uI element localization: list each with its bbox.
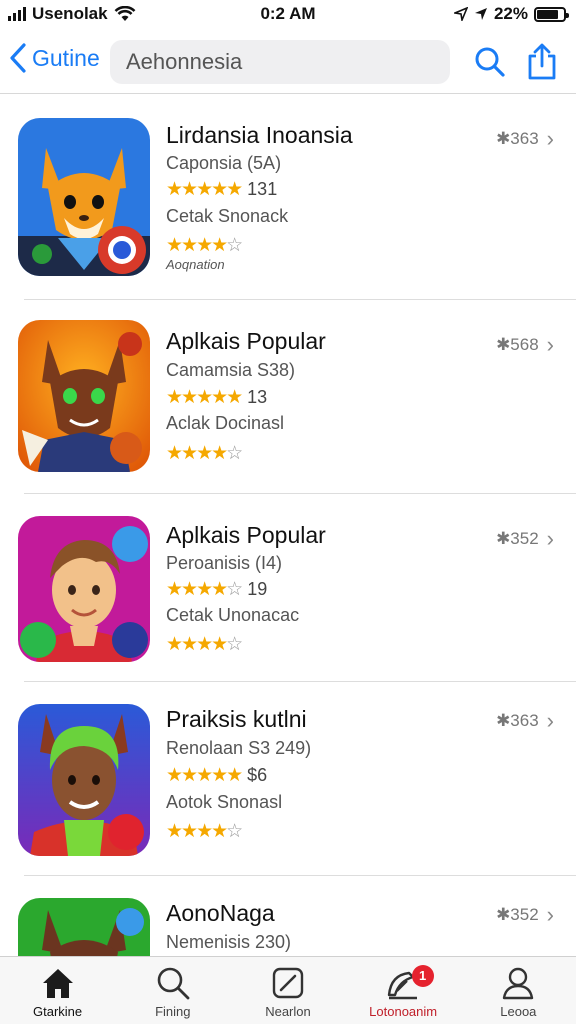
location-icon <box>474 8 487 20</box>
price-label: ✱363 <box>496 711 539 730</box>
list-item[interactable]: Praiksis kutlni Renolaan S3 249) ★★★★★ $… <box>0 682 576 876</box>
price-label: ✱568 <box>496 335 539 354</box>
tab-label: Leooa <box>500 1004 537 1019</box>
search-field-value: Aehonnesia <box>126 49 243 74</box>
wolf-character-icon[interactable] <box>18 898 150 956</box>
app-price[interactable]: ✱352 › <box>496 902 554 928</box>
star-filled: ★★★★ <box>166 579 228 600</box>
price-label: ✱352 <box>496 529 539 548</box>
battery-icon <box>534 6 569 22</box>
rating-stars: ★★★★★ 13 <box>166 386 267 409</box>
rating-stars: ★★★★★ $6 <box>166 764 267 787</box>
app-title[interactable]: Praiksis kutlni <box>166 706 307 733</box>
search-icon <box>157 967 190 1000</box>
man-character-icon[interactable] <box>18 704 150 856</box>
rating-stars: ★★★★★ 131 <box>166 178 277 201</box>
price-label: ✱352 <box>496 905 539 924</box>
back-button[interactable]: Gutine <box>8 42 100 74</box>
list-item[interactable]: Aplkais Popular Peroanisis (I4) ★★★★ ☆ 19… <box>0 494 576 682</box>
rating-count: 131 <box>247 179 278 199</box>
star-filled: ★★★★ <box>166 634 228 655</box>
chevron-right-icon: › <box>546 126 554 151</box>
fox-character-icon[interactable] <box>18 118 150 276</box>
rating-stars: ★★★★ ☆ <box>166 442 243 465</box>
app-developer: Cetak Unonacac <box>166 605 300 625</box>
edit-icon <box>272 967 304 999</box>
tab-label: Nearlon <box>265 1004 311 1019</box>
profile-icon <box>503 967 534 1000</box>
chevron-right-icon: › <box>546 708 554 733</box>
app-price[interactable]: ✱568 › <box>496 332 554 358</box>
tab-profile[interactable]: Leooa <box>461 957 576 1024</box>
app-subtitle: Caponsia (5A) <box>166 153 282 173</box>
tab-updates[interactable]: 1 Lotonoanim <box>346 957 461 1024</box>
status-bar: Usenolak 0:2 AM 22% <box>0 0 576 28</box>
app-list: Lirdansia Inoansia Caponsia (5A) ★★★★★ 1… <box>0 96 576 956</box>
app-subtitle: Renolaan S3 249) <box>166 738 312 758</box>
share-icon[interactable] <box>524 42 560 82</box>
star-filled: ★★★★ <box>166 235 228 256</box>
battery-percent: 22% <box>493 4 528 23</box>
rating-stars: ★★★★ ☆ <box>166 633 243 656</box>
list-item[interactable]: Lirdansia Inoansia Caponsia (5A) ★★★★★ 1… <box>0 96 576 300</box>
price-label: ✱363 <box>496 129 539 148</box>
app-developer: Aotok Snonasl <box>166 792 283 812</box>
app-developer: Cetak Snonack <box>166 206 289 226</box>
tab-search[interactable]: Fining <box>115 957 230 1024</box>
back-label: Gutine <box>32 44 100 71</box>
chevron-right-icon: › <box>546 332 554 357</box>
app-price[interactable]: ✱352 › <box>496 526 554 552</box>
location-outline-icon <box>453 7 468 21</box>
app-subtitle: Peroanisis (I4) <box>166 553 283 573</box>
battery-fill <box>537 9 558 19</box>
app-store-screen: Usenolak 0:2 AM 22% Gutine Aehonnesia Li… <box>0 0 576 1024</box>
tab-label: Lotonoanim <box>369 1004 438 1019</box>
rating-count: 19 <box>247 579 268 599</box>
app-category: Aoqnation <box>166 257 225 272</box>
star-empty: ☆ <box>226 443 243 464</box>
app-price[interactable]: ✱363 › <box>496 126 554 152</box>
star-filled: ★★★★ <box>166 821 228 842</box>
tab-home[interactable]: Gtarkine <box>0 957 115 1024</box>
chevron-right-icon: › <box>546 526 554 551</box>
star-empty: ☆ <box>226 634 243 655</box>
search-field[interactable]: Aehonnesia <box>110 40 450 84</box>
rating-stars: ★★★★ ☆ 19 <box>166 578 267 601</box>
star-filled: ★★★★ <box>166 443 228 464</box>
star-empty: ☆ <box>226 579 243 600</box>
wolf-character-icon[interactable] <box>18 320 150 472</box>
chevron-right-icon: › <box>546 902 554 927</box>
search-icon[interactable] <box>472 42 508 82</box>
app-developer: Aclak Docinasl <box>166 413 285 433</box>
boy-character-icon[interactable] <box>18 516 150 662</box>
star-filled: ★★★★★ <box>166 387 243 408</box>
app-title[interactable]: Lirdansia Inoansia <box>166 122 353 149</box>
app-title[interactable]: Aplkais Popular <box>166 522 326 549</box>
star-empty: ☆ <box>226 821 243 842</box>
app-subtitle: Nemenisis 230) <box>166 932 292 952</box>
app-subtitle: Camamsia S38) <box>166 360 296 380</box>
star-filled: ★★★★★ <box>166 179 243 200</box>
tab-label: Gtarkine <box>33 1004 83 1019</box>
star-empty: ☆ <box>226 235 243 256</box>
app-price[interactable]: ✱363 › <box>496 708 554 734</box>
rating-count: $6 <box>247 765 268 785</box>
chevron-left-icon <box>10 43 26 73</box>
star-filled: ★★★★★ <box>166 765 243 786</box>
list-item[interactable]: Aplkais Popular Camamsia S38) ★★★★★ 13 A… <box>0 300 576 494</box>
list-item[interactable]: AonoNaga Nemenisis 230) ✱352 › <box>0 876 576 956</box>
status-right: 22% <box>453 4 569 24</box>
rating-stars: ★★★★ ☆ <box>166 820 243 843</box>
rating-count: 13 <box>247 387 268 407</box>
notification-badge: 1 <box>411 965 434 987</box>
tab-bar: Gtarkine Fining Nearlon 1 Lotonoanim Leo… <box>0 956 576 1024</box>
app-title[interactable]: AonoNaga <box>166 900 275 927</box>
app-title[interactable]: Aplkais Popular <box>166 328 326 355</box>
home-icon <box>42 969 73 998</box>
rating-stars: ★★★★ ☆ <box>166 234 243 257</box>
navigation-bar: Gutine Aehonnesia <box>0 30 576 94</box>
tab-label: Fining <box>155 1004 191 1019</box>
tab-edit[interactable]: Nearlon <box>230 957 345 1024</box>
